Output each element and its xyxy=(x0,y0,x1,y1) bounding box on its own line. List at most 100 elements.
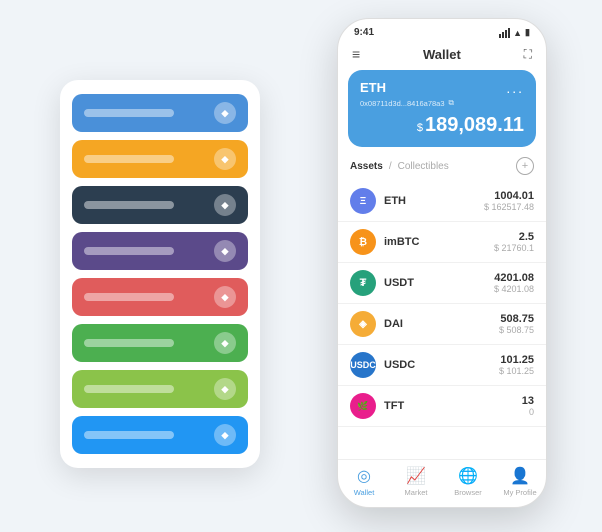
tft-usd: 0 xyxy=(522,407,534,417)
tab-separator: / xyxy=(389,161,392,172)
browser-nav-icon: 🌐 xyxy=(458,466,478,486)
card-line-4 xyxy=(84,247,174,255)
dai-icon: ◈ xyxy=(350,311,376,337)
wallet-more-icon[interactable]: ... xyxy=(506,80,524,96)
dai-usd: $ 508.75 xyxy=(499,325,534,335)
imbtc-amount: 2.5 xyxy=(494,231,534,243)
imbtc-name: imBTC xyxy=(384,236,494,248)
card-line-5 xyxy=(84,293,174,301)
card-icon-5: ◆ xyxy=(214,286,236,308)
usdc-name: USDC xyxy=(384,359,499,371)
card-row-1[interactable]: ◆ xyxy=(72,94,248,132)
wallet-nav-icon: ◎ xyxy=(357,466,371,486)
usdc-icon: USDC xyxy=(350,352,376,378)
wifi-icon: ▲ xyxy=(513,28,522,38)
dai-name: DAI xyxy=(384,318,499,330)
copy-icon[interactable]: ⧉ xyxy=(449,98,454,108)
wallet-currency-label: ETH xyxy=(360,80,386,95)
bottom-nav: ◎ Wallet 📈 Market 🌐 Browser 👤 My Profile xyxy=(338,459,546,507)
market-nav-label: Market xyxy=(405,488,428,497)
left-card-panel: ◆ ◆ ◆ ◆ ◆ ◆ ◆ ◆ xyxy=(60,80,260,468)
card-icon-7: ◆ xyxy=(214,378,236,400)
card-icon-6: ◆ xyxy=(214,332,236,354)
usdt-usd: $ 4201.08 xyxy=(494,284,534,294)
eth-icon: Ξ xyxy=(350,188,376,214)
asset-row-imbtc[interactable]: ₿ imBTC 2.5 $ 21760.1 xyxy=(338,222,546,263)
usdc-usd: $ 101.25 xyxy=(499,366,534,376)
card-line-6 xyxy=(84,339,174,347)
card-row-8[interactable]: ◆ xyxy=(72,416,248,454)
profile-nav-label: My Profile xyxy=(503,488,536,497)
card-icon-8: ◆ xyxy=(214,424,236,446)
expand-icon[interactable]: ⛶ xyxy=(524,47,532,62)
usdt-amounts: 4201.08 $ 4201.08 xyxy=(494,272,534,294)
phone-header: ≡ Wallet ⛶ xyxy=(338,42,546,70)
nav-browser[interactable]: 🌐 Browser xyxy=(442,466,494,497)
status-icons: ▲ ▮ xyxy=(499,27,530,38)
tft-amount: 13 xyxy=(522,395,534,407)
card-line-8 xyxy=(84,431,174,439)
dai-amounts: 508.75 $ 508.75 xyxy=(499,313,534,335)
wallet-balance: $189,089.11 xyxy=(360,114,524,137)
signal-icon xyxy=(499,28,510,38)
assets-header: Assets / Collectibles + xyxy=(338,157,546,181)
card-icon-1: ◆ xyxy=(214,102,236,124)
nav-market[interactable]: 📈 Market xyxy=(390,466,442,497)
status-time: 9:41 xyxy=(354,27,374,38)
usdc-amounts: 101.25 $ 101.25 xyxy=(499,354,534,376)
tft-name: TFT xyxy=(384,400,522,412)
card-icon-4: ◆ xyxy=(214,240,236,262)
card-line-2 xyxy=(84,155,174,163)
usdt-icon: ₮ xyxy=(350,270,376,296)
tft-icon: 🌿 xyxy=(350,393,376,419)
card-icon-2: ◆ xyxy=(214,148,236,170)
card-line-1 xyxy=(84,109,174,117)
nav-wallet[interactable]: ◎ Wallet xyxy=(338,466,390,497)
eth-amounts: 1004.01 $ 162517.48 xyxy=(484,190,534,212)
dai-amount: 508.75 xyxy=(499,313,534,325)
usdt-amount: 4201.08 xyxy=(494,272,534,284)
usdt-name: USDT xyxy=(384,277,494,289)
market-nav-icon: 📈 xyxy=(406,466,426,486)
asset-list: Ξ ETH 1004.01 $ 162517.48 ₿ imBTC 2.5 $ … xyxy=(338,181,546,459)
eth-usd: $ 162517.48 xyxy=(484,202,534,212)
wallet-nav-label: Wallet xyxy=(354,488,375,497)
eth-name: ETH xyxy=(384,195,484,207)
assets-tabs: Assets / Collectibles xyxy=(350,161,449,172)
dollar-sign: $ xyxy=(417,122,423,134)
asset-row-eth[interactable]: Ξ ETH 1004.01 $ 162517.48 xyxy=(338,181,546,222)
page-title: Wallet xyxy=(423,47,461,62)
card-line-3 xyxy=(84,201,174,209)
imbtc-icon: ₿ xyxy=(350,229,376,255)
asset-row-tft[interactable]: 🌿 TFT 13 0 xyxy=(338,386,546,427)
card-row-3[interactable]: ◆ xyxy=(72,186,248,224)
card-row-7[interactable]: ◆ xyxy=(72,370,248,408)
tab-collectibles[interactable]: Collectibles xyxy=(398,161,449,172)
usdc-amount: 101.25 xyxy=(499,354,534,366)
status-bar: 9:41 ▲ ▮ xyxy=(338,19,546,42)
asset-row-usdc[interactable]: USDC USDC 101.25 $ 101.25 xyxy=(338,345,546,386)
browser-nav-label: Browser xyxy=(454,488,482,497)
tab-assets[interactable]: Assets xyxy=(350,161,383,172)
menu-icon[interactable]: ≡ xyxy=(352,46,360,62)
nav-profile[interactable]: 👤 My Profile xyxy=(494,466,546,497)
imbtc-amounts: 2.5 $ 21760.1 xyxy=(494,231,534,253)
battery-icon: ▮ xyxy=(525,27,530,38)
asset-row-usdt[interactable]: ₮ USDT 4201.08 $ 4201.08 xyxy=(338,263,546,304)
profile-nav-icon: 👤 xyxy=(510,466,530,486)
wallet-card: ETH ... 0x08711d3d...8416a78a3 ⧉ $189,08… xyxy=(348,70,536,147)
tft-amounts: 13 0 xyxy=(522,395,534,417)
card-row-2[interactable]: ◆ xyxy=(72,140,248,178)
add-asset-button[interactable]: + xyxy=(516,157,534,175)
imbtc-usd: $ 21760.1 xyxy=(494,243,534,253)
phone-mockup: 9:41 ▲ ▮ ≡ Wallet ⛶ ETH ... 0x08711d3d..… xyxy=(337,18,547,508)
card-icon-3: ◆ xyxy=(214,194,236,216)
eth-amount: 1004.01 xyxy=(484,190,534,202)
card-row-6[interactable]: ◆ xyxy=(72,324,248,362)
asset-row-dai[interactable]: ◈ DAI 508.75 $ 508.75 xyxy=(338,304,546,345)
wallet-address: 0x08711d3d...8416a78a3 ⧉ xyxy=(360,98,524,108)
card-row-4[interactable]: ◆ xyxy=(72,232,248,270)
card-row-5[interactable]: ◆ xyxy=(72,278,248,316)
card-line-7 xyxy=(84,385,174,393)
wallet-card-header: ETH ... xyxy=(360,80,524,96)
